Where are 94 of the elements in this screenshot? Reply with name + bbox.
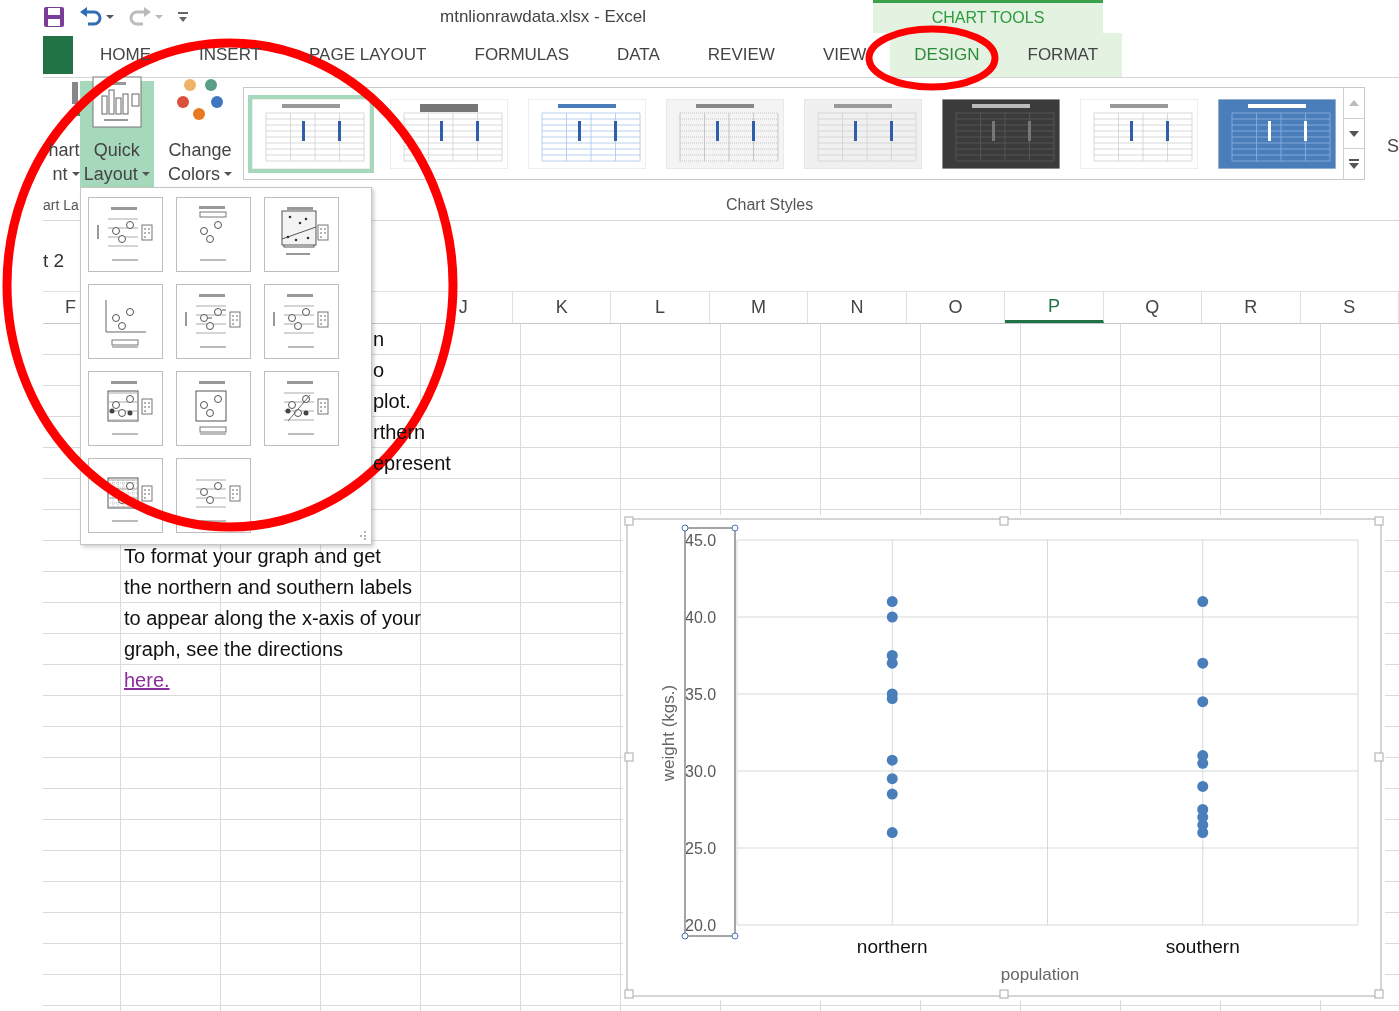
- axis-tick-label: 40.0: [685, 609, 717, 626]
- data-point: [886, 611, 898, 623]
- layout-option[interactable]: [88, 284, 163, 359]
- layout-option[interactable]: [176, 197, 251, 272]
- layout-option[interactable]: [264, 197, 339, 272]
- button-label: nt: [52, 163, 68, 186]
- resize-handle[interactable]: [1374, 989, 1384, 999]
- axis-title: weight (kgs.): [659, 684, 678, 782]
- data-point: [886, 596, 898, 608]
- redo-icon[interactable]: [128, 5, 152, 28]
- data-point: [1197, 657, 1209, 669]
- cell-text: o: [373, 359, 385, 382]
- caret-icon: [155, 14, 163, 19]
- axis-tick-label: 35.0: [685, 686, 717, 703]
- layout-option[interactable]: [264, 371, 339, 446]
- scroll-down-icon[interactable]: [1349, 130, 1359, 137]
- resize-handle[interactable]: [999, 516, 1009, 526]
- more-icon[interactable]: [1349, 159, 1359, 170]
- column-header[interactable]: Q: [1103, 292, 1203, 323]
- button-label: Colors: [167, 163, 220, 186]
- column-header[interactable]: N: [808, 292, 907, 323]
- color-dots-icon: [174, 78, 225, 122]
- cell-text: the northern and southern labels: [124, 576, 412, 599]
- button-label: hart: [48, 139, 80, 162]
- axis-tick-label: 30.0: [685, 763, 717, 780]
- data-point: [886, 788, 898, 800]
- data-point: [1197, 757, 1209, 769]
- cell-text: To format your graph and get: [124, 545, 381, 568]
- ribbon-tab[interactable]: FORMAT: [1003, 33, 1123, 77]
- layout-option[interactable]: [176, 284, 251, 359]
- ribbon-tab[interactable]: PAGE LAYOUT: [285, 33, 451, 77]
- category-label: northern: [856, 936, 928, 957]
- resize-handle[interactable]: [1374, 752, 1384, 762]
- data-point: [1197, 827, 1209, 839]
- name-box[interactable]: t 2: [43, 250, 65, 272]
- button-label: Change: [168, 139, 232, 162]
- resize-handle[interactable]: [624, 516, 634, 526]
- data-point: [886, 754, 898, 766]
- axis-tick-label: 20.0: [685, 917, 717, 934]
- ribbon-label: S: [1387, 136, 1399, 157]
- hyperlink[interactable]: here.: [124, 669, 170, 692]
- resize-handle[interactable]: [999, 989, 1009, 999]
- caret-icon: [106, 14, 114, 19]
- layout-option[interactable]: [88, 197, 163, 272]
- data-point: [1197, 780, 1209, 792]
- ribbon-tab[interactable]: DATA: [593, 33, 684, 77]
- group-label: Chart Styles: [726, 196, 814, 214]
- ribbon-tab[interactable]: FORMULAS: [450, 33, 593, 77]
- resize-handle[interactable]: [624, 989, 634, 999]
- ribbon-tab[interactable]: VIEW: [798, 33, 891, 77]
- axis-title: population: [1000, 965, 1080, 984]
- column-header[interactable]: P: [1005, 292, 1104, 323]
- undo-icon[interactable]: [79, 5, 103, 28]
- data-point: [886, 657, 898, 669]
- column-header[interactable]: R: [1202, 292, 1301, 323]
- column-header[interactable]: O: [906, 292, 1006, 323]
- button-label: Layout: [83, 163, 138, 186]
- context-tab-header: CHART TOOLS: [873, 0, 1103, 33]
- data-point: [886, 693, 898, 705]
- axis-tick-label: 45.0: [685, 532, 717, 549]
- column-header[interactable]: K: [512, 292, 612, 323]
- group-label: art La: [43, 197, 80, 213]
- layout-option[interactable]: [176, 371, 251, 446]
- caret-icon: [223, 172, 232, 176]
- column-header[interactable]: M: [709, 292, 809, 323]
- button-label: Quick: [93, 139, 140, 162]
- caret-icon: [141, 172, 150, 176]
- window-title: mtnlionrawdata.xlsx - Excel: [440, 6, 647, 27]
- column-header[interactable]: L: [611, 292, 710, 323]
- cell-text: graph, see the directions: [124, 638, 344, 661]
- customize-icon[interactable]: [177, 9, 189, 24]
- column-header[interactable]: J: [414, 292, 513, 323]
- resize-handle[interactable]: [1374, 516, 1384, 526]
- selection-frame[interactable]: [681, 524, 739, 940]
- cell-text: plot.: [373, 390, 411, 413]
- ribbon-tab[interactable]: INSERT: [175, 33, 286, 77]
- resize-grip-icon: [357, 530, 367, 540]
- layout-option[interactable]: [264, 284, 339, 359]
- cell-text: to appear along the x-axis of your: [124, 607, 421, 630]
- save-icon[interactable]: [43, 5, 65, 28]
- axis-tick-label: 25.0: [685, 840, 717, 857]
- ribbon-button[interactable]: Change Colors: [158, 81, 241, 188]
- data-point: [1197, 596, 1209, 608]
- scroll-up-icon[interactable]: [1349, 99, 1359, 106]
- data-point: [886, 827, 898, 839]
- layout-option[interactable]: [88, 371, 163, 446]
- ribbon-tab[interactable]: HOME: [76, 33, 175, 77]
- data-point: [886, 773, 898, 785]
- ribbon-tab[interactable]: REVIEW: [683, 33, 799, 77]
- data-point: [1197, 696, 1209, 708]
- resize-handle[interactable]: [624, 752, 634, 762]
- column-header[interactable]: S: [1300, 292, 1399, 323]
- category-label: southern: [1165, 936, 1240, 957]
- cell-text: n: [373, 328, 385, 351]
